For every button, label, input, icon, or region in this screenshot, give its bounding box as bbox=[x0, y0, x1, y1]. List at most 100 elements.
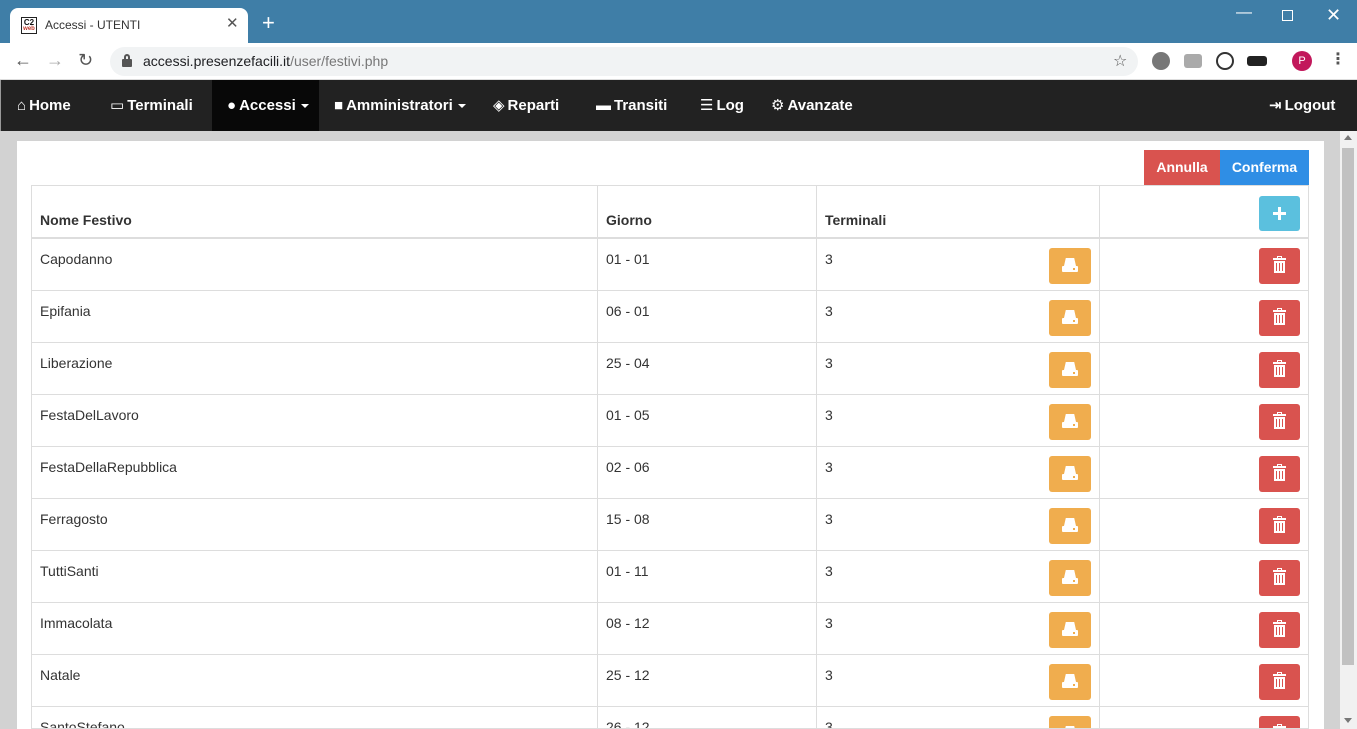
nav-transiti[interactable]: ▬ Transiti bbox=[596, 80, 667, 131]
select-terminali-button[interactable] bbox=[1049, 612, 1091, 648]
window-minimize-icon[interactable]: — bbox=[1236, 4, 1252, 22]
cell-giorno: 01 - 01 bbox=[606, 251, 650, 267]
browser-tab-strip: C2 web Accessi - UTENTI ✕ + — ✕ bbox=[0, 0, 1357, 43]
extension-circle-icon[interactable] bbox=[1216, 52, 1234, 70]
cell-nome-festivo: FestaDellaRepubblica bbox=[40, 459, 177, 475]
cell-terminali: 3 bbox=[825, 719, 833, 729]
table-header: Nome Festivo Giorno Terminali bbox=[32, 186, 1308, 239]
tab-close-icon[interactable]: ✕ bbox=[226, 16, 239, 32]
window-maximize-icon[interactable] bbox=[1282, 10, 1293, 21]
browser-toolbar: ← → ↻ accessi.presenzefacili.it/user/fes… bbox=[0, 43, 1357, 80]
conferma-button[interactable]: Conferma bbox=[1220, 150, 1309, 185]
delete-festivo-button[interactable] bbox=[1259, 664, 1300, 700]
trash-icon bbox=[1273, 360, 1286, 377]
delete-festivo-button[interactable] bbox=[1259, 248, 1300, 284]
nav-amministratori[interactable]: ■ Amministratori bbox=[334, 80, 466, 131]
home-icon: ⌂ bbox=[17, 97, 27, 114]
trash-icon bbox=[1273, 620, 1286, 637]
select-terminali-button[interactable] bbox=[1049, 248, 1091, 284]
cell-terminali: 3 bbox=[825, 355, 833, 371]
extension-chat-icon[interactable] bbox=[1152, 52, 1170, 70]
hdd-icon bbox=[1062, 518, 1078, 532]
plus-icon-vertical bbox=[1278, 207, 1281, 220]
header-giorno: Giorno bbox=[606, 212, 652, 228]
nav-accessi-label: Accessi bbox=[239, 97, 296, 114]
delete-festivo-button[interactable] bbox=[1259, 716, 1300, 728]
cell-nome-festivo: TuttiSanti bbox=[40, 563, 99, 579]
cell-terminali: 3 bbox=[825, 511, 833, 527]
header-nome-festivo: Nome Festivo bbox=[40, 212, 132, 228]
reload-icon[interactable]: ↻ bbox=[78, 50, 93, 70]
delete-festivo-button[interactable] bbox=[1259, 300, 1300, 336]
select-terminali-button[interactable] bbox=[1049, 456, 1091, 492]
cell-giorno: 08 - 12 bbox=[606, 615, 650, 631]
nav-accessi[interactable]: ● Accessi bbox=[212, 80, 319, 131]
lock-icon[interactable] bbox=[122, 54, 132, 67]
delete-festivo-button[interactable] bbox=[1259, 560, 1300, 596]
cell-nome-festivo: Ferragosto bbox=[40, 511, 108, 527]
browser-menu-icon[interactable]: ⋮ bbox=[1330, 51, 1346, 69]
add-festivo-button[interactable] bbox=[1259, 196, 1300, 231]
scroll-down-icon[interactable] bbox=[1344, 718, 1352, 723]
hdd-icon bbox=[1062, 310, 1078, 324]
delete-festivo-button[interactable] bbox=[1259, 612, 1300, 648]
table-row: Liberazione 25 - 04 3 bbox=[32, 343, 1308, 395]
card-icon: ▬ bbox=[596, 97, 611, 114]
cell-terminali: 3 bbox=[825, 251, 833, 267]
logout-icon: ⇥ bbox=[1269, 97, 1282, 114]
favicon-subtext: web bbox=[23, 26, 35, 32]
gear-icon: ⚙ bbox=[771, 97, 785, 114]
delete-festivo-button[interactable] bbox=[1259, 508, 1300, 544]
cell-giorno: 02 - 06 bbox=[606, 459, 650, 475]
delete-festivo-button[interactable] bbox=[1259, 456, 1300, 492]
select-terminali-button[interactable] bbox=[1049, 300, 1091, 336]
new-tab-plus-icon[interactable]: + bbox=[262, 12, 275, 34]
table-row: TuttiSanti 01 - 11 3 bbox=[32, 551, 1308, 603]
url-path: /user/festivi.php bbox=[290, 53, 389, 69]
profile-avatar[interactable]: P bbox=[1292, 51, 1312, 71]
cell-terminali: 3 bbox=[825, 563, 833, 579]
delete-festivo-button[interactable] bbox=[1259, 404, 1300, 440]
bookmark-star-icon[interactable]: ☆ bbox=[1113, 51, 1127, 71]
window-close-icon[interactable]: ✕ bbox=[1326, 5, 1341, 26]
nav-logout-label: Logout bbox=[1284, 97, 1336, 114]
table-row: FestaDelLavoro 01 - 05 3 bbox=[32, 395, 1308, 447]
delete-festivo-button[interactable] bbox=[1259, 352, 1300, 388]
address-bar[interactable]: accessi.presenzefacili.it/user/festivi.p… bbox=[110, 47, 1138, 76]
user-icon: ● bbox=[227, 97, 237, 114]
select-terminali-button[interactable] bbox=[1049, 560, 1091, 596]
chevron-down-icon bbox=[457, 104, 466, 109]
nav-transiti-label: Transiti bbox=[614, 97, 668, 114]
nav-log[interactable]: ☰ Log bbox=[700, 80, 744, 131]
nav-terminali[interactable]: ▭ Terminali bbox=[110, 80, 193, 131]
select-terminali-button[interactable] bbox=[1049, 664, 1091, 700]
hdd-icon bbox=[1062, 674, 1078, 688]
nav-logout[interactable]: ⇥ Logout bbox=[1269, 80, 1335, 131]
nav-avanzate[interactable]: ⚙ Avanzate bbox=[771, 80, 853, 131]
cell-nome-festivo: Liberazione bbox=[40, 355, 113, 371]
select-terminali-button[interactable] bbox=[1049, 716, 1091, 728]
browser-tab[interactable]: C2 web Accessi - UTENTI ✕ bbox=[10, 8, 248, 43]
extension-camera-icon[interactable] bbox=[1184, 54, 1202, 68]
scroll-up-icon[interactable] bbox=[1344, 135, 1352, 140]
select-terminali-button[interactable] bbox=[1049, 508, 1091, 544]
extension-mask-icon[interactable] bbox=[1247, 56, 1267, 66]
cell-nome-festivo: SantoStefano bbox=[40, 719, 125, 729]
select-terminali-button[interactable] bbox=[1049, 404, 1091, 440]
hdd-icon bbox=[1062, 362, 1078, 376]
table-row: Ferragosto 15 - 08 3 bbox=[32, 499, 1308, 551]
back-arrow-icon[interactable]: ← bbox=[14, 50, 32, 70]
annulla-button[interactable]: Annulla bbox=[1144, 150, 1220, 185]
scrollbar-thumb[interactable] bbox=[1342, 148, 1354, 665]
table-row: Capodanno 01 - 01 3 bbox=[32, 239, 1308, 291]
nav-avanzate-label: Avanzate bbox=[787, 97, 853, 114]
trash-icon bbox=[1273, 308, 1286, 325]
select-terminali-button[interactable] bbox=[1049, 352, 1091, 388]
url-text: accessi.presenzefacili.it/user/festivi.p… bbox=[143, 53, 388, 69]
nav-home[interactable]: ⌂ Home bbox=[17, 80, 71, 131]
forward-arrow-icon[interactable]: → bbox=[46, 50, 64, 70]
nav-terminali-label: Terminali bbox=[127, 97, 193, 114]
header-terminali: Terminali bbox=[825, 212, 887, 228]
page-scrollbar[interactable] bbox=[1340, 131, 1357, 729]
nav-reparti[interactable]: ◈ Reparti bbox=[493, 80, 559, 131]
